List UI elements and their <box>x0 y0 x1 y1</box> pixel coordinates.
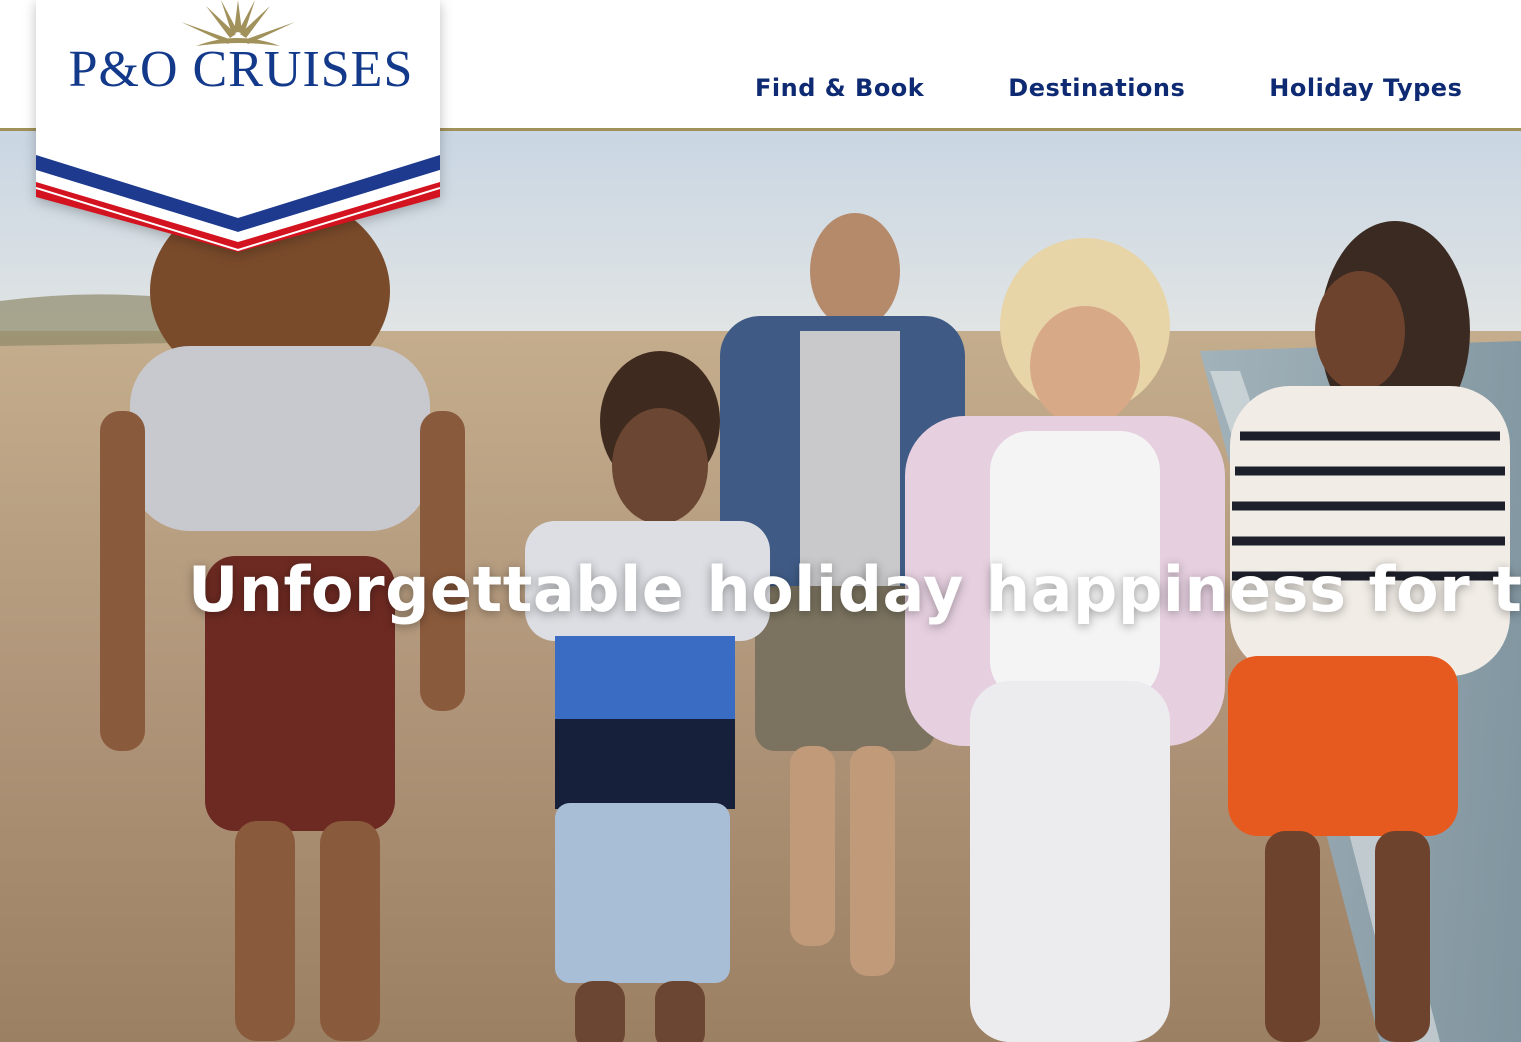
nav-holiday-types[interactable]: Holiday Types <box>1269 74 1462 102</box>
main-nav: Find & Book Destinations Holiday Types D… <box>755 74 1521 102</box>
brand-logo[interactable]: P&O CRUISES <box>36 0 440 252</box>
nav-destinations[interactable]: Destinations <box>1008 74 1185 102</box>
nav-find-book[interactable]: Find & Book <box>755 74 924 102</box>
page: Find & Book Destinations Holiday Types D… <box>0 0 1521 1042</box>
hero-title: Unforgettable holiday happiness for the … <box>188 553 1521 626</box>
hero-banner: Unforgettable holiday happiness for the … <box>0 131 1521 1042</box>
logo-wordmark: P&O CRUISES <box>68 41 414 98</box>
